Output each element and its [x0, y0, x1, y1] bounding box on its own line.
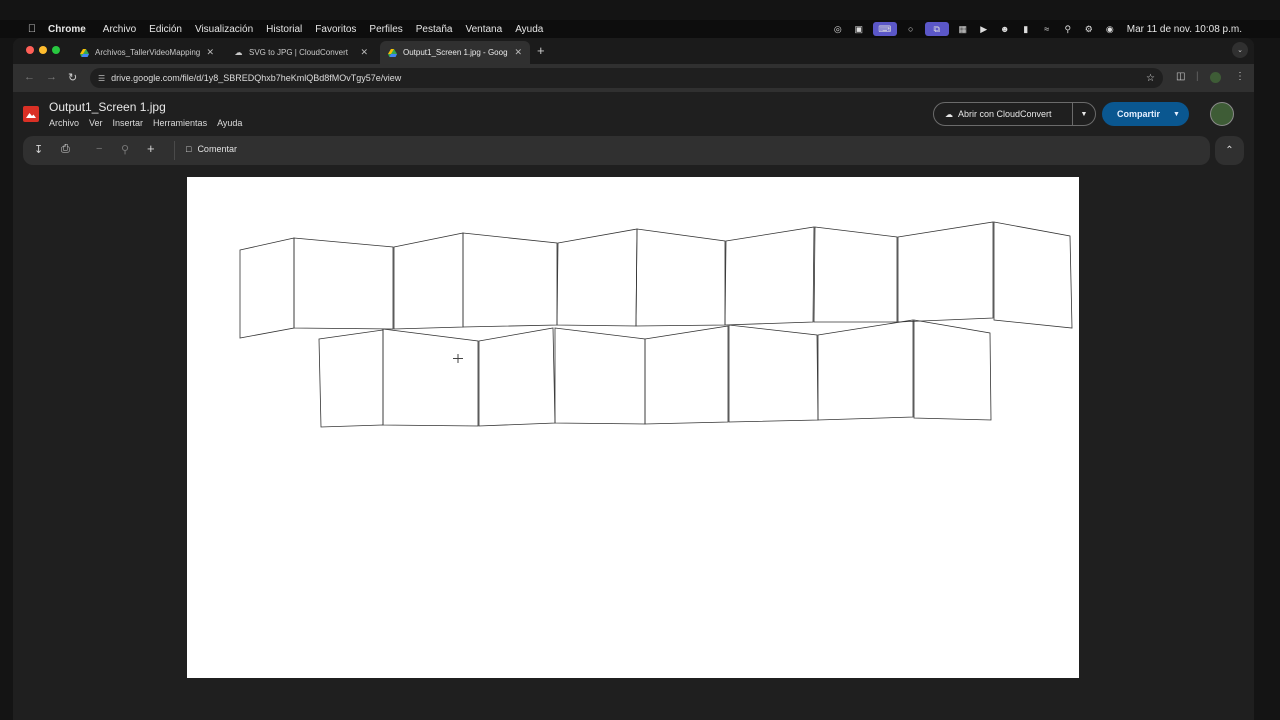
cloudconvert-icon: ☁ — [234, 48, 243, 57]
menu-visualizacion[interactable]: Visualización — [195, 24, 253, 35]
new-tab-button[interactable]: + — [537, 43, 545, 58]
siri-icon[interactable]: ◉ — [1103, 22, 1117, 36]
download-icon[interactable]: ↧ — [34, 143, 43, 156]
menu-file-insertar[interactable]: Insertar — [113, 118, 144, 128]
back-icon[interactable]: ← — [24, 71, 35, 83]
menu-pestana[interactable]: Pestaña — [416, 24, 453, 35]
crosshair-cursor-icon — [453, 354, 463, 363]
zoom-reset-icon[interactable]: ⚲ — [121, 143, 129, 156]
collapse-header-button[interactable]: ⌃ — [1215, 136, 1244, 165]
status-icons: ◎ ▣ ⌨ ○ ⧉ ▦ ▶ ☻ ▮ ≈ ⚲ ⚙ ◉ Mar 11 de nov.… — [824, 20, 1242, 38]
file-title[interactable]: Output1_Screen 1.jpg — [49, 100, 166, 114]
drive-viewer-header: Output1_Screen 1.jpg Archivo Ver Inserta… — [13, 92, 1254, 136]
menu-perfiles[interactable]: Perfiles — [369, 24, 402, 35]
menu-archivo[interactable]: Archivo — [103, 24, 136, 35]
wireframe-drawing — [239, 221, 1073, 428]
menu-edicion[interactable]: Edición — [149, 24, 182, 35]
airplay-icon[interactable]: ○ — [904, 22, 918, 36]
close-tab-icon[interactable]: ✕ — [360, 47, 368, 58]
browser-toolbar: ← → ↻ ☰ drive.google.com/file/d/1y8_SBRE… — [13, 64, 1254, 92]
viewer-toolbar: ↧ ⎙ − ⚲ + □ Comentar — [23, 136, 1210, 165]
forward-icon[interactable]: → — [46, 71, 57, 83]
extensions-icon[interactable]: ◫ — [1176, 71, 1185, 82]
minimize-window-button[interactable] — [39, 46, 47, 54]
menu-ayuda[interactable]: Ayuda — [515, 24, 543, 35]
bookmark-star-icon[interactable]: ☆ — [1146, 73, 1155, 84]
account-avatar[interactable] — [1210, 102, 1234, 126]
zoom-out-icon[interactable]: − — [96, 143, 102, 155]
tab-archivos[interactable]: Archivos_TallerVideoMapping ✕ — [72, 41, 222, 64]
menu-file-herramientas[interactable]: Herramientas — [153, 118, 207, 128]
macos-menubar:  Chrome Archivo Edición Visualización H… — [0, 20, 1280, 38]
menu-chrome[interactable]: Chrome — [48, 24, 86, 35]
screen-mirror-icon[interactable]: ⧉ — [924, 22, 949, 36]
tab-cloudconvert[interactable]: ☁ SVG to JPG | CloudConvert ✕ — [226, 41, 376, 64]
comment-button[interactable]: □ Comentar — [186, 144, 237, 154]
maximize-window-button[interactable] — [52, 46, 60, 54]
comment-icon: □ — [186, 144, 192, 154]
tab-strip: Archivos_TallerVideoMapping ✕ ☁ SVG to J… — [13, 38, 1254, 64]
menu-ventana[interactable]: Ventana — [465, 24, 502, 35]
menu-file-ayuda[interactable]: Ayuda — [217, 118, 242, 128]
screen-record-icon[interactable]: ◎ — [831, 22, 845, 36]
calendar-icon[interactable]: ▦ — [956, 22, 970, 36]
file-menu-bar: Archivo Ver Insertar Herramientas Ayuda — [49, 118, 252, 128]
url-text[interactable]: drive.google.com/file/d/1y8_SBREDQhxb7he… — [111, 73, 401, 83]
wifi-icon[interactable]: ≈ — [1040, 22, 1054, 36]
open-with-label[interactable]: Abrir con CloudConvert — [958, 109, 1072, 119]
zoom-in-icon[interactable]: + — [147, 141, 155, 156]
menu-historial[interactable]: Historial — [266, 24, 302, 35]
chevron-up-icon: ⌃ — [1225, 145, 1234, 156]
chrome-menu-icon[interactable]: ⋮ — [1235, 71, 1245, 82]
toolbar-divider — [174, 141, 175, 160]
share-button[interactable]: Compartir ▼ — [1102, 102, 1189, 126]
google-drive-icon — [80, 48, 89, 57]
play-icon[interactable]: ▶ — [977, 22, 991, 36]
menubar-clock[interactable]: Mar 11 de nov. 10:08 p.m. — [1127, 24, 1242, 35]
reload-icon[interactable]: ↻ — [68, 71, 77, 84]
apple-menu-icon[interactable]:  — [25, 23, 39, 35]
close-tab-icon[interactable]: ✕ — [514, 47, 522, 58]
user-icon[interactable]: ☻ — [998, 22, 1012, 36]
tab-output-screen[interactable]: Output1_Screen 1.jpg - Google ✕ — [380, 41, 530, 64]
keyboard-icon[interactable]: ⌨ — [872, 22, 897, 36]
menu-favoritos[interactable]: Favoritos — [315, 24, 356, 35]
battery-icon[interactable]: ▮ — [1019, 22, 1033, 36]
print-icon[interactable]: ⎙ — [61, 143, 70, 156]
chevron-down-icon[interactable]: ▼ — [1173, 111, 1189, 118]
profile-avatar-icon[interactable] — [1210, 72, 1221, 83]
browser-window: Archivos_TallerVideoMapping ✕ ☁ SVG to J… — [13, 38, 1254, 720]
share-label[interactable]: Compartir — [1117, 109, 1173, 119]
site-info-icon[interactable]: ☰ — [98, 74, 105, 83]
app-status-icon[interactable]: ▣ — [852, 22, 866, 36]
menu-file-ver[interactable]: Ver — [89, 118, 103, 128]
toolbar-divider: | — [1196, 71, 1199, 82]
address-bar[interactable]: ☰ drive.google.com/file/d/1y8_SBREDQhxb7… — [90, 68, 1163, 88]
search-icon[interactable]: ⚲ — [1061, 22, 1075, 36]
image-preview[interactable] — [187, 177, 1079, 678]
control-center-icon[interactable]: ⚙ — [1082, 22, 1096, 36]
google-drive-icon — [388, 48, 397, 57]
close-tab-icon[interactable]: ✕ — [206, 47, 214, 58]
menu-file-archivo[interactable]: Archivo — [49, 118, 79, 128]
image-file-icon — [23, 106, 39, 122]
cloudconvert-icon: ☁ — [945, 109, 953, 119]
comment-label[interactable]: Comentar — [197, 144, 237, 154]
tab-search-icon[interactable]: ⌄ — [1232, 42, 1248, 58]
close-window-button[interactable] — [26, 46, 34, 54]
chevron-down-icon[interactable]: ▼ — [1073, 111, 1095, 118]
open-with-button[interactable]: ☁ Abrir con CloudConvert ▼ — [933, 102, 1096, 126]
